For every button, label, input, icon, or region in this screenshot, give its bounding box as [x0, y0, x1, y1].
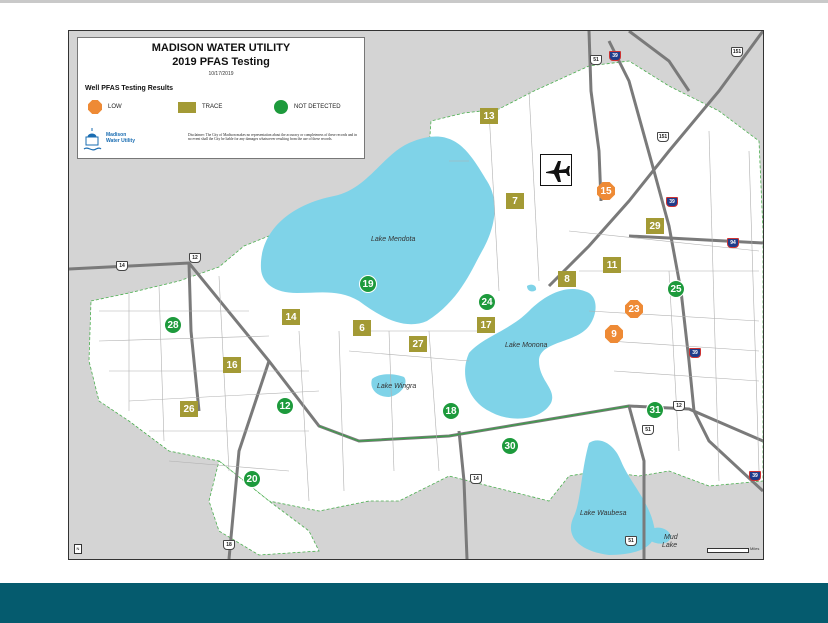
- well-11[interactable]: 11: [603, 257, 621, 273]
- label-lake-wingra: Lake Wingra: [377, 383, 416, 390]
- well-28[interactable]: 28: [164, 316, 182, 334]
- legend-label-not-detected: NOT DETECTED: [294, 104, 341, 110]
- highway-shield-14-south: 14: [470, 474, 482, 484]
- highway-shield-39-se: 39: [749, 471, 761, 481]
- legend-item-not-detected: NOT DETECTED: [274, 99, 341, 115]
- footer-bar: [0, 583, 828, 623]
- well-12[interactable]: 12: [276, 397, 294, 415]
- legend-swatch-trace: [178, 101, 196, 113]
- north-arrow-icon: N: [74, 544, 82, 554]
- map-legend: MADISON WATER UTILITY 2019 PFAS Testing …: [77, 37, 365, 159]
- well-19[interactable]: 19: [359, 275, 377, 293]
- highway-shield-39-east: 39: [666, 197, 678, 207]
- well-26[interactable]: 26: [180, 401, 198, 417]
- disclaimer-text: Disclaimer: The City of Madison makes no…: [188, 133, 357, 142]
- map-date: 10/17/2019: [208, 71, 234, 77]
- label-lake-monona: Lake Monona: [505, 342, 548, 349]
- well-16[interactable]: 16: [223, 357, 241, 373]
- scale-bar: [707, 548, 749, 553]
- well-17[interactable]: 17: [477, 317, 495, 333]
- highway-shield-51-north: 51: [590, 55, 602, 65]
- well-8[interactable]: 8: [558, 271, 576, 287]
- well-20[interactable]: 20: [243, 470, 261, 488]
- highway-shield-39-north: 39: [609, 51, 621, 61]
- top-divider: [0, 0, 828, 3]
- well-24[interactable]: 24: [478, 293, 496, 311]
- legend-swatch-not-detected: [274, 100, 288, 114]
- well-9[interactable]: 9: [605, 325, 623, 343]
- highway-shield-51-south: 51: [642, 425, 654, 435]
- pfas-map: Lake Mendota Lake Monona Lake Wingra Lak…: [68, 30, 764, 560]
- capitol-dome-icon: [83, 128, 102, 151]
- well-14[interactable]: 14: [282, 309, 300, 325]
- well-31[interactable]: 31: [646, 401, 664, 419]
- map-title-line-1: MADISON WATER UTILITY: [151, 42, 291, 54]
- well-23[interactable]: 23: [625, 300, 643, 318]
- highway-shield-39-south: 39: [689, 348, 701, 358]
- label-lake-waubesa: Lake Waubesa: [580, 510, 627, 517]
- highway-shield-14-west: 14: [116, 261, 128, 271]
- legend-item-trace: TRACE: [178, 99, 222, 115]
- highway-shield-12-west: 12: [189, 253, 201, 263]
- logo-text-line-2: Water Utility: [106, 138, 135, 144]
- madison-water-utility-logo: Madison Water Utility: [82, 127, 152, 155]
- legend-swatch-low: [88, 100, 102, 114]
- well-25[interactable]: 25: [667, 280, 685, 298]
- well-27[interactable]: 27: [409, 336, 427, 352]
- well-7[interactable]: 7: [506, 193, 524, 209]
- highway-shield-12-east: 12: [673, 401, 685, 411]
- well-18[interactable]: 18: [442, 402, 460, 420]
- airport-marker: [540, 154, 572, 186]
- legend-title: Well PFAS Testing Results: [85, 85, 174, 92]
- highway-shield-151-mid: 151: [657, 132, 669, 142]
- label-lake-mendota: Lake Mendota: [371, 236, 415, 243]
- label-mud-lake-2: Lake: [662, 542, 677, 549]
- highway-shield-151-ne: 151: [731, 47, 743, 57]
- well-13[interactable]: 13: [480, 108, 498, 124]
- highway-shield-51-bottom: 51: [625, 536, 637, 546]
- highway-shield-94-east: 94: [727, 238, 739, 248]
- map-title-line-2: 2019 PFAS Testing: [172, 56, 270, 68]
- well-15[interactable]: 15: [597, 182, 615, 200]
- scale-label: Miles: [750, 546, 760, 551]
- highway-shield-18-south: 18: [223, 540, 235, 550]
- well-30[interactable]: 30: [501, 437, 519, 455]
- legend-item-low: LOW: [88, 99, 122, 115]
- legend-label-trace: TRACE: [202, 104, 223, 110]
- well-6[interactable]: 6: [353, 320, 371, 336]
- label-mud-lake-1: Mud: [664, 534, 679, 541]
- airplane-icon: [546, 161, 570, 182]
- well-29[interactable]: 29: [646, 218, 664, 234]
- logo-text: Madison Water Utility: [106, 132, 135, 144]
- legend-label-low: LOW: [108, 104, 122, 110]
